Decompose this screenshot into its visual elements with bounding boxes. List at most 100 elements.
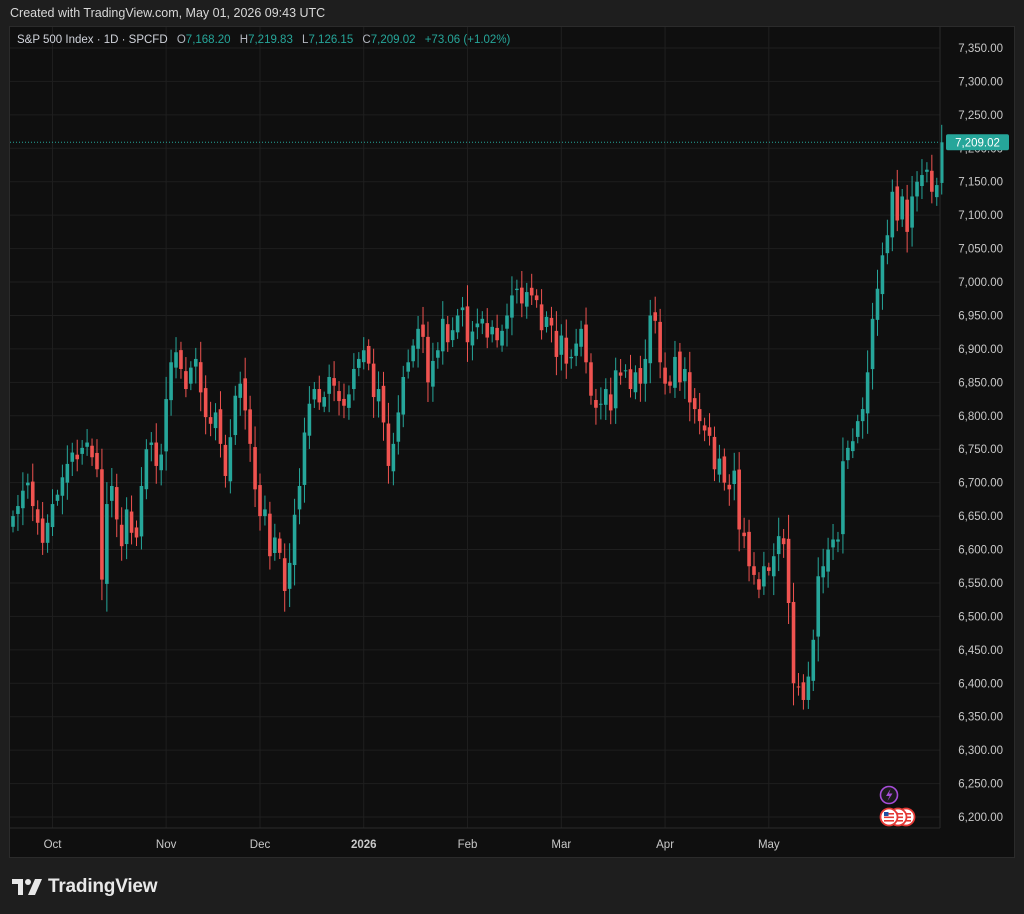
candle: [786, 514, 791, 625]
candle-body: [154, 442, 159, 466]
candle: [129, 495, 134, 545]
candle-body: [381, 385, 386, 423]
candle-body: [855, 421, 860, 437]
last-price-tag: 7,209.02: [946, 134, 1009, 151]
price-tick-label: 7,000.00: [958, 277, 1003, 289]
candle: [445, 315, 450, 352]
candle-body: [322, 397, 327, 407]
candle: [930, 154, 934, 204]
candle-body: [811, 639, 816, 681]
candle-body: [218, 409, 223, 444]
candle-body: [90, 445, 94, 458]
time-tick-label: Apr: [656, 839, 674, 851]
candle: [618, 359, 623, 385]
price-tick-label: 6,750.00: [958, 444, 1003, 456]
candle: [302, 417, 307, 503]
candle-body: [905, 199, 909, 232]
candle: [806, 661, 811, 709]
candle-body: [613, 370, 618, 409]
candle: [287, 543, 292, 608]
tradingview-logo[interactable]: TradingView: [12, 876, 158, 898]
candle-body: [920, 175, 924, 187]
candle-body: [524, 292, 529, 307]
candle: [110, 467, 114, 518]
candle-body: [841, 461, 845, 535]
candle: [747, 519, 751, 582]
candle-body: [589, 362, 593, 396]
candle-body: [599, 403, 603, 405]
candle-body: [747, 531, 751, 567]
candle-body: [776, 536, 781, 555]
candle: [26, 473, 30, 499]
candle-body: [114, 487, 119, 520]
candle-body: [357, 358, 361, 368]
candle: [683, 357, 687, 399]
candle: [198, 341, 203, 412]
candle: [668, 375, 672, 394]
close-label: C: [362, 34, 371, 46]
candle-body: [663, 367, 667, 384]
candle: [114, 473, 119, 538]
candle-body: [529, 287, 534, 296]
candle-body: [510, 295, 514, 318]
candle: [164, 376, 168, 471]
time-tick-label: Feb: [458, 839, 478, 851]
candle-body: [683, 368, 687, 382]
candle: [203, 375, 208, 435]
price-tick-label: 7,300.00: [958, 76, 1003, 88]
candle: [307, 386, 312, 449]
candle-body: [475, 323, 480, 328]
candle: [21, 472, 25, 526]
candle-body: [40, 518, 45, 543]
candle: [579, 320, 583, 357]
candle-body: [253, 447, 257, 490]
candle-body: [436, 350, 440, 358]
candle: [707, 413, 712, 446]
candle-body: [717, 458, 722, 475]
candle: [263, 495, 267, 526]
price-tick-label: 6,350.00: [958, 712, 1003, 724]
candle-body: [801, 682, 806, 700]
candle: [406, 349, 410, 379]
brand-name: TradingView: [48, 876, 158, 897]
candle-body: [643, 358, 648, 384]
candle: [436, 342, 440, 369]
candle-body: [579, 328, 583, 347]
candle-body: [164, 399, 168, 452]
candle-body: [865, 372, 870, 414]
candle: [613, 357, 618, 424]
candle-body: [678, 351, 682, 383]
candle: [470, 321, 475, 361]
candle: [529, 273, 534, 305]
candle-body: [110, 485, 114, 501]
candle-body: [30, 481, 35, 507]
candle: [95, 439, 99, 478]
candle-body: [277, 538, 282, 553]
candle-body: [406, 362, 410, 372]
candle: [781, 528, 786, 558]
candle: [678, 342, 682, 391]
candle: [875, 269, 880, 336]
price-tick-label: 6,700.00: [958, 478, 1003, 490]
candle: [223, 434, 228, 488]
candle: [485, 308, 490, 349]
candle: [860, 397, 865, 439]
candle-body: [925, 169, 929, 172]
candle: [544, 311, 549, 333]
candle-body: [193, 358, 198, 367]
candle: [510, 276, 514, 336]
candle-body: [860, 409, 865, 422]
candle: [179, 341, 183, 379]
time-tick-label: Nov: [156, 839, 177, 851]
candle: [332, 361, 336, 402]
candle: [154, 423, 159, 484]
candle: [366, 339, 371, 371]
close-value: 7,209.02: [370, 34, 416, 46]
candle: [440, 301, 445, 365]
candle: [65, 445, 70, 500]
candle: [737, 452, 741, 552]
candle-body: [302, 432, 307, 485]
candle: [633, 365, 638, 400]
candlestick-chart[interactable]: 6,200.00 6,250.00 6,300.00 6,350.00 6,400.00…: [0, 0, 1024, 914]
candle: [268, 501, 272, 570]
